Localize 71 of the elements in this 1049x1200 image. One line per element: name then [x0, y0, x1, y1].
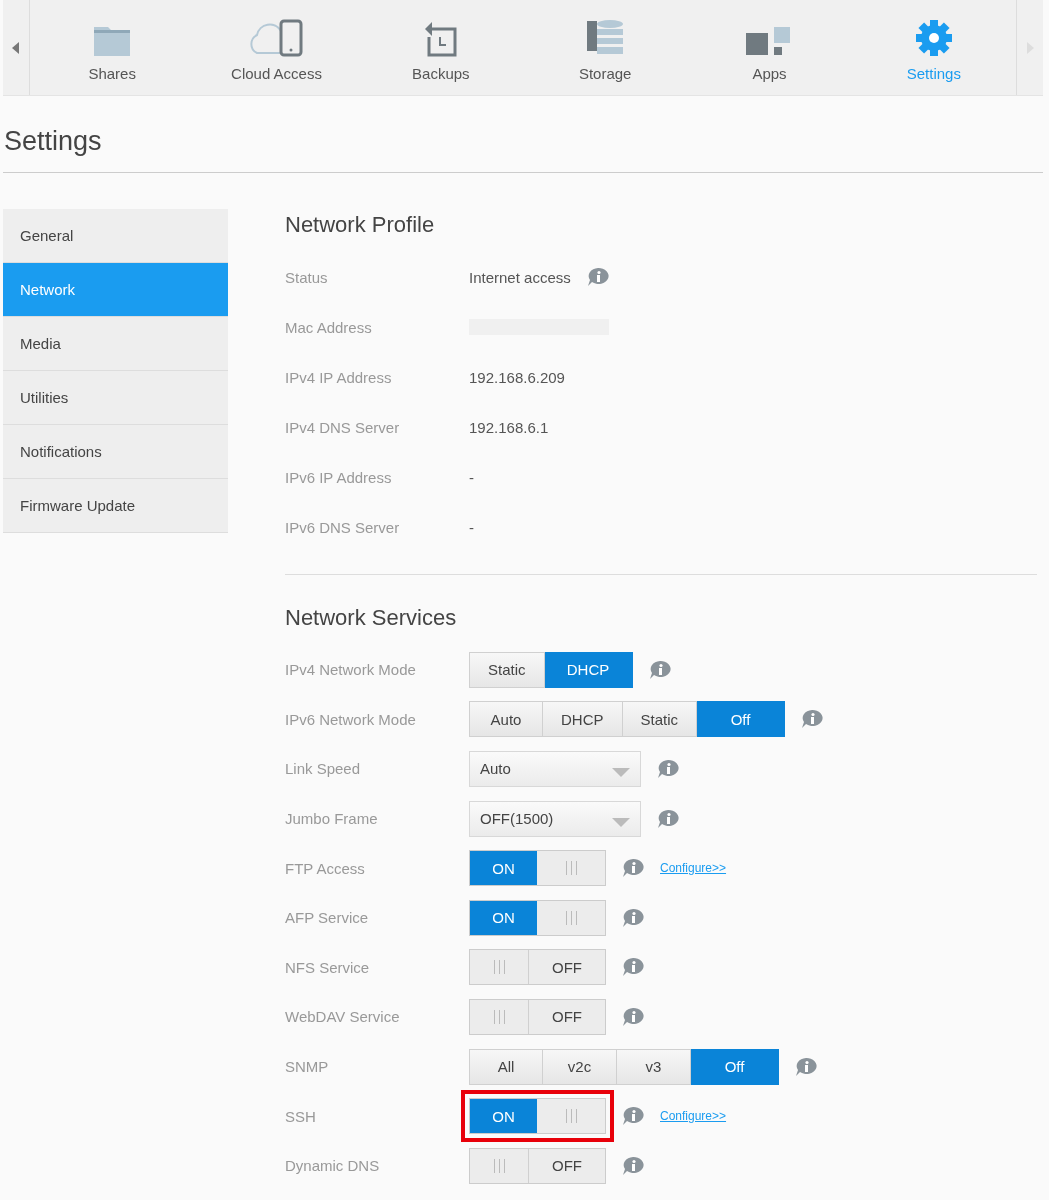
info-icon[interactable] [622, 1106, 644, 1127]
field-value: - [469, 468, 474, 486]
segment-button[interactable]: All [469, 1048, 543, 1085]
sidebar-item[interactable]: Firmware Update [3, 479, 228, 533]
field-label: FTP Access [285, 859, 366, 877]
field-label: IPv4 Network Mode [285, 661, 417, 679]
caret-icon [612, 768, 630, 778]
field-label: IPv6 IP Address [285, 468, 393, 486]
nav-tab[interactable]: Storage [523, 0, 688, 95]
toggle-switch[interactable]: OFF [469, 1147, 606, 1184]
field-value: Internet access [469, 268, 571, 286]
page-title: Settings [4, 126, 103, 157]
info-icon[interactable] [795, 1056, 817, 1077]
field-label: Jumbo Frame [285, 810, 379, 828]
sidebar-item[interactable]: Utilities [3, 371, 228, 425]
section-heading: Network Profile [285, 212, 436, 238]
field-label: Mac Address [285, 318, 373, 336]
sidebar-item[interactable]: Notifications [3, 425, 228, 479]
folder-icon [93, 25, 132, 57]
field-label: IPv6 Network Mode [285, 710, 417, 728]
toggle-switch[interactable]: ON [469, 850, 606, 887]
field-label: IPv4 IP Address [285, 368, 393, 386]
info-icon[interactable] [657, 808, 679, 829]
segment-button[interactable]: Auto [469, 701, 543, 738]
segment-button[interactable]: Static [469, 651, 545, 688]
info-icon[interactable] [657, 759, 679, 779]
segment-button[interactable]: DHCP [543, 701, 623, 738]
nav-tab[interactable]: Backups [358, 0, 523, 95]
field-label: IPv6 DNS Server [285, 518, 401, 536]
segment-button[interactable]: Static [622, 701, 698, 738]
nav-tab[interactable]: Shares [30, 0, 195, 95]
caret-icon [612, 818, 630, 828]
segment-button[interactable]: v2c [543, 1048, 617, 1085]
field-label: Dynamic DNS [285, 1157, 381, 1175]
field-value: - [469, 518, 474, 536]
info-icon[interactable] [648, 659, 671, 680]
sidebar-item[interactable]: Media [3, 317, 228, 371]
info-icon[interactable] [622, 957, 644, 978]
info-icon[interactable] [622, 907, 644, 928]
field-label: WebDAV Service [285, 1008, 401, 1026]
field-label: AFP Service [285, 909, 370, 927]
field-label: Status [285, 268, 329, 286]
segment-button[interactable]: v3 [617, 1048, 691, 1085]
field-label: IPv4 DNS Server [285, 418, 401, 436]
segment-button[interactable]: Off [697, 701, 786, 738]
database-icon [585, 19, 626, 57]
toggle-switch[interactable]: OFF [469, 949, 606, 986]
scroll-left-icon[interactable] [12, 41, 20, 54]
field-value: 192.168.6.209 [469, 368, 565, 386]
segment-button[interactable]: DHCP [544, 651, 633, 688]
info-icon[interactable] [622, 858, 644, 879]
info-icon[interactable] [586, 267, 609, 287]
info-icon[interactable] [801, 709, 824, 730]
field-label: SSH [285, 1107, 317, 1125]
sidebar-item[interactable]: General [3, 209, 228, 263]
dropdown[interactable]: Auto [469, 751, 641, 787]
section-heading: Network Services [285, 605, 458, 631]
nav-tab[interactable]: Apps [687, 0, 852, 95]
settings-icon [914, 19, 953, 57]
segment-button[interactable]: Off [691, 1048, 779, 1085]
field-label: NFS Service [285, 958, 371, 976]
dropdown[interactable]: OFF(1500) [469, 800, 641, 837]
toggle-switch[interactable]: ON [469, 899, 606, 936]
field-label: SNMP [285, 1058, 330, 1076]
info-icon[interactable] [622, 1155, 644, 1176]
info-icon[interactable] [622, 1006, 644, 1027]
toggle-switch[interactable]: OFF [469, 998, 606, 1035]
field-value: 192.168.6.1 [469, 418, 549, 436]
nav-tab[interactable]: Cloud Access [194, 0, 359, 95]
field-label: Link Speed [285, 760, 362, 778]
toggle-switch[interactable]: ON [469, 1098, 606, 1135]
